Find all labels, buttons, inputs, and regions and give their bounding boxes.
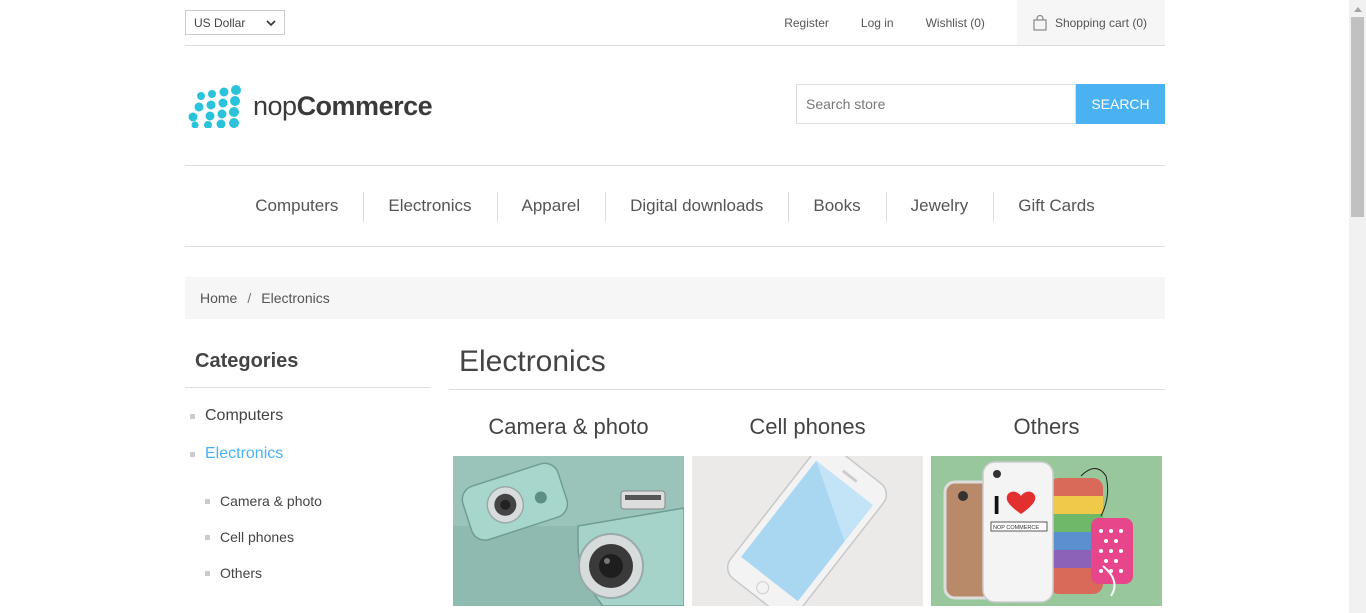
svg-text:NOP COMMERCE: NOP COMMERCE <box>993 525 1039 531</box>
header-links: Register Log in Wishlist (0) Shopping ca… <box>784 0 1165 45</box>
search-button[interactable]: SEARCH <box>1076 84 1165 124</box>
currency-value: US Dollar <box>194 15 246 30</box>
chevron-down-icon <box>266 19 276 26</box>
camera-image[interactable] <box>453 456 684 606</box>
svg-text:I: I <box>993 490 1000 520</box>
sidebar-subitem-label: Cell phones <box>220 529 294 545</box>
sidebar-item-label: Computers <box>205 407 284 424</box>
category-page: Electronics Camera & photo Cell phones O… <box>449 342 1165 606</box>
sidebar-subitem-label: Others <box>220 565 263 581</box>
bullet-icon <box>205 570 210 576</box>
menu-item-gift-cards[interactable]: Gift Cards <box>993 191 1120 222</box>
subcategory-item-others[interactable]: Others I NOP COMMERCE <box>931 414 1162 606</box>
bullet-icon <box>190 451 195 457</box>
logo-dots-icon <box>188 85 241 128</box>
header-top: US Dollar Register Log in Wishlist (0) S… <box>185 0 1165 46</box>
sidebar-subitem-others[interactable]: Others <box>205 565 262 581</box>
subcategory-item-camera-photo[interactable]: Camera & photo <box>453 414 684 606</box>
scrollbar-thumb[interactable] <box>1351 17 1364 217</box>
menu-item-computers[interactable]: Computers <box>230 191 363 221</box>
logo-text: nopCommerce <box>253 90 433 121</box>
subcategory-title[interactable]: Others <box>931 414 1162 456</box>
bullet-icon <box>205 534 210 540</box>
sidebar-subitem-cell-phones[interactable]: Cell phones <box>205 529 294 545</box>
shopping-bag-icon <box>1033 14 1047 31</box>
menu-item-digital-downloads[interactable]: Digital downloads <box>605 191 788 222</box>
scroll-up-icon[interactable] <box>1349 0 1366 17</box>
sidebar-subitem-label: Camera & photo <box>220 493 322 509</box>
phone-image[interactable] <box>692 456 923 606</box>
page-container: US Dollar Register Log in Wishlist (0) S… <box>185 0 1165 606</box>
menu-item-jewelry[interactable]: Jewelry <box>885 191 994 222</box>
search-input[interactable]: Search store <box>796 84 1076 124</box>
search-placeholder: Search store <box>806 96 886 112</box>
vertical-scrollbar[interactable] <box>1349 0 1366 613</box>
breadcrumb-separator: / <box>247 290 252 306</box>
store-logo[interactable]: nopCommerce <box>187 84 433 128</box>
phone-cases-image[interactable]: I NOP COMMERCE <box>931 456 1162 606</box>
sidebar-title: Categories <box>185 342 430 388</box>
register-link[interactable]: Register <box>784 16 829 30</box>
shopping-cart-label: Shopping cart (0) <box>1054 15 1147 30</box>
header-main: nopCommerce Search store SEARCH <box>185 46 1165 166</box>
breadcrumb-current: Electronics <box>261 290 330 306</box>
subcategory-grid: Camera & photo Cell phones Others I NOP … <box>453 414 1170 606</box>
subcategory-item-cell-phones[interactable]: Cell phones <box>692 414 923 606</box>
breadcrumb: Home / Electronics <box>185 277 1165 319</box>
sidebar-item-computers[interactable]: Computers <box>190 407 283 425</box>
subcategory-title[interactable]: Cell phones <box>692 414 923 456</box>
sidebar-item-electronics[interactable]: Electronics <box>190 445 283 463</box>
top-menu: Computers Electronics Apparel Digital do… <box>185 166 1165 247</box>
bullet-icon <box>205 498 210 504</box>
shopping-cart-link[interactable]: Shopping cart (0) <box>1016 0 1165 45</box>
login-link[interactable]: Log in <box>861 16 894 30</box>
page-title: Electronics <box>449 342 1165 390</box>
breadcrumb-home[interactable]: Home <box>200 290 237 306</box>
search-box: Search store SEARCH <box>796 84 1165 124</box>
menu-item-apparel[interactable]: Apparel <box>496 191 606 222</box>
menu-item-electronics[interactable]: Electronics <box>363 191 496 222</box>
bullet-icon <box>190 413 195 419</box>
subcategory-title[interactable]: Camera & photo <box>453 414 684 456</box>
menu-item-books[interactable]: Books <box>788 191 885 222</box>
sidebar-categories: Categories Computers Electronics Camera … <box>185 342 430 581</box>
wishlist-link[interactable]: Wishlist (0) <box>926 16 985 30</box>
currency-select[interactable]: US Dollar <box>185 10 285 35</box>
sidebar-subitem-camera-photo[interactable]: Camera & photo <box>205 493 322 509</box>
sidebar-item-label: Electronics <box>205 445 284 462</box>
